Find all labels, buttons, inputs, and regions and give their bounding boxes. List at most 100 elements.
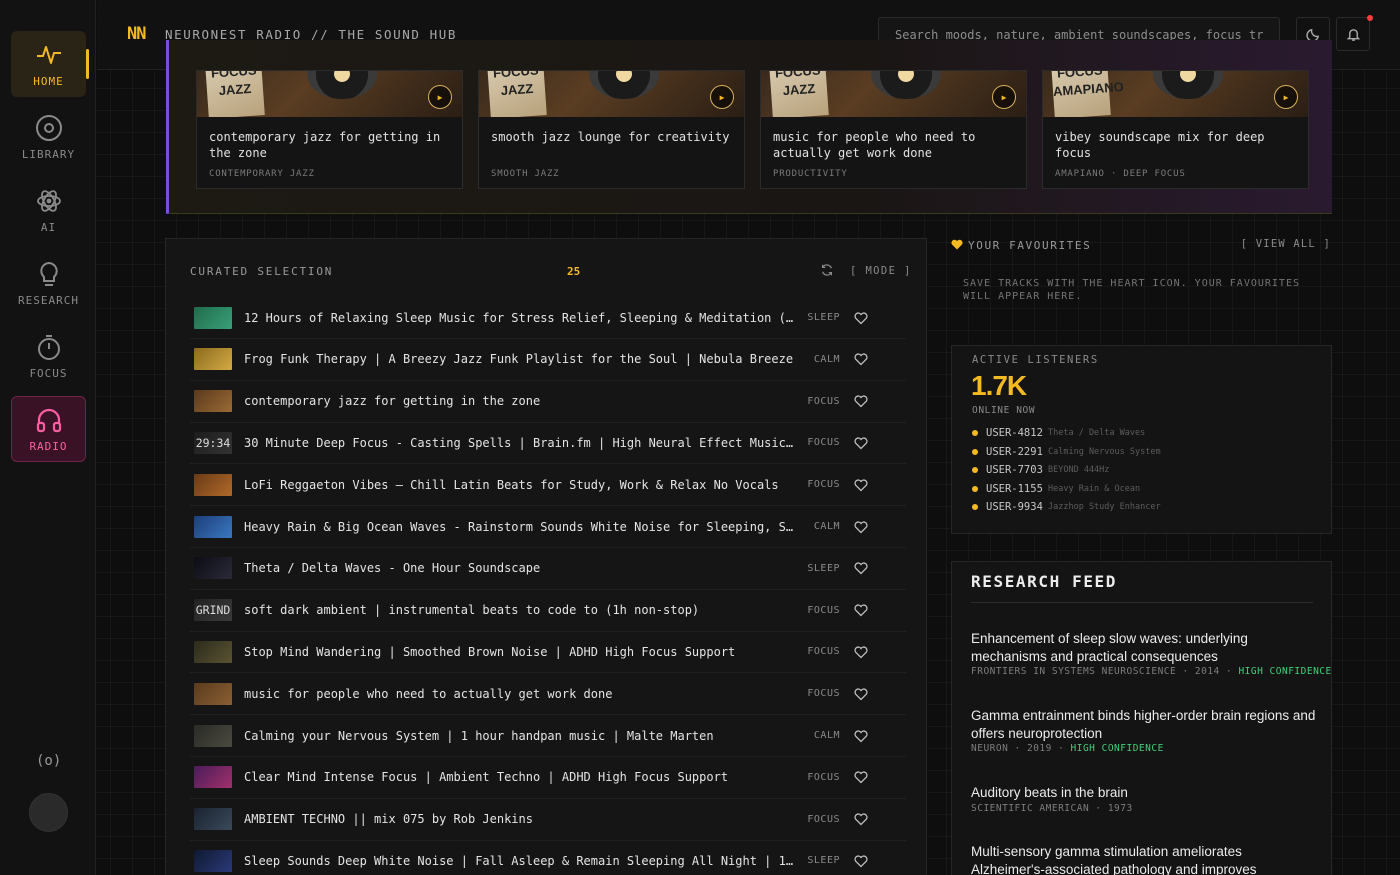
track-row[interactable]: 29:34 30 Minute Deep Focus - Casting Spel… [190,422,906,465]
avatar[interactable] [29,793,68,832]
nav-research[interactable]: RESEARCH [11,250,86,316]
track-category: FOCUS [807,688,840,700]
track-title: contemporary jazz for getting in the zon… [244,394,541,409]
heart-icon[interactable] [854,645,868,659]
track-row[interactable]: Sleep Sounds Deep White Noise | Fall Asl… [190,840,906,875]
track-category: SLEEP [807,312,840,323]
user-name: USER-9934 [986,501,1043,513]
heart-icon[interactable] [854,603,868,617]
heart-icon [951,239,963,250]
mode-button[interactable]: [ MODE ] [850,265,912,277]
track-category: FOCUS [807,771,840,783]
play-icon[interactable]: ▶ [1274,85,1298,109]
confidence-badge: HIGH CONFIDENCE [1070,743,1164,754]
nav-library[interactable]: LIBRARY [11,104,86,170]
nav-home[interactable]: HOME [11,31,89,97]
track-row[interactable]: Theta / Delta Waves - One Hour Soundscap… [190,548,906,590]
track-row[interactable]: Heavy Rain & Big Ocean Waves - Rainstorm… [190,506,906,548]
heart-icon[interactable] [854,436,868,450]
online-dot [972,430,978,436]
divider [971,602,1313,603]
play-icon[interactable]: ▶ [428,85,452,109]
track-row[interactable]: 12 Hours of Relaxing Sleep Music for Str… [190,297,906,339]
track-row[interactable]: Calming your Nervous System | 1 hour han… [190,715,906,757]
heart-icon[interactable] [854,729,868,743]
track-title: Frog Funk Therapy | A Breezy Jazz Funk P… [244,352,794,367]
nav-ai[interactable]: AI [11,177,86,243]
heart-icon[interactable] [854,352,868,366]
panel-title: CURATED SELECTION [190,265,334,278]
notifications-button[interactable] [1336,15,1373,51]
nav-label: RESEARCH [18,293,79,307]
track-row[interactable]: AMBIENT TECHNO || mix 075 by Rob Jenkins… [190,799,906,841]
listener-row: USER-2291 Calming Nervous System [972,445,1161,459]
card-cover-image: FOCUS JAZZ ▶ [761,71,1026,117]
curated-selection-panel: CURATED SELECTION 25 [ MODE ] 12 Hours o… [165,238,927,875]
refresh-icon[interactable] [820,263,834,277]
bell-icon [1346,28,1360,41]
track-row[interactable]: Frog Funk Therapy | A Breezy Jazz Funk P… [190,339,906,381]
nav-label: HOME [33,74,64,88]
album-cover: FOCUS JAZZ [205,71,265,117]
track-thumbnail [194,348,232,371]
featured-card[interactable]: FOCUS JAZZ ▶ smooth jazz lounge for crea… [478,70,745,189]
heart-icon[interactable] [854,311,868,325]
track-title: 12 Hours of Relaxing Sleep Music for Str… [244,310,800,325]
listener-row: USER-9934 Jazzhop Study Enhancer [972,500,1161,514]
heart-icon[interactable] [854,520,868,534]
track-thumbnail [194,473,232,496]
track-thumbnail [194,724,232,747]
track-category: CALM [813,353,840,365]
notification-dot [1367,15,1373,21]
nav-focus[interactable]: FOCUS [11,323,86,389]
paper-title: Gamma entrainment binds higher-order bra… [971,708,1316,741]
track-thumbnail [194,849,232,872]
nav-radio[interactable]: RADIO [11,396,86,462]
track-title: AMBIENT TECHNO || mix 075 by Rob Jenkins [244,812,533,827]
user-track: Jazzhop Study Enhancer [1048,502,1161,512]
heart-icon[interactable] [854,561,868,575]
track-row[interactable]: contemporary jazz for getting in the zon… [190,381,906,423]
listeners-subtitle: ONLINE NOW [972,405,1036,416]
broadcast-icon[interactable]: (o) [36,753,61,773]
play-icon[interactable]: ▶ [710,85,734,109]
heart-icon[interactable] [854,812,868,826]
track-row[interactable]: LoFi Reggaeton Vibes — Chill Latin Beats… [190,464,906,507]
paper-item[interactable]: Multi-sensory gamma stimulation ameliora… [971,843,1316,875]
view-all-link[interactable]: [ VIEW ALL ] [1241,238,1331,250]
track-thumbnail: GRIND [194,599,232,622]
card-cover-image: FOCUS JAZZ ▶ [197,71,462,117]
featured-card[interactable]: FOCUS JAZZ ▶ contemporary jazz for getti… [196,70,463,189]
track-title: Theta / Delta Waves - One Hour Soundscap… [244,561,541,576]
heart-icon[interactable] [854,394,868,408]
disc-icon [35,114,62,141]
track-row[interactable]: Stop Mind Wandering | Smoothed Brown Noi… [190,631,906,674]
heart-icon[interactable] [854,478,868,492]
track-row[interactable]: music for people who need to actually ge… [190,673,906,716]
card-tag: CONTEMPORARY JAZZ [209,169,315,179]
track-row[interactable]: Clear Mind Intense Focus | Ambient Techn… [190,757,906,799]
heart-icon[interactable] [854,687,868,701]
app-logo[interactable]: NN [127,24,147,44]
paper-item[interactable]: Auditory beats in the brain SCIENTIFIC A… [971,784,1316,814]
track-category: SLEEP [807,562,840,574]
research-title: RESEARCH FEED [971,572,1118,591]
track-title: Heavy Rain & Big Ocean Waves - Rainstorm… [244,519,800,534]
user-track: Heavy Rain & Ocean [1048,483,1141,494]
headphones-icon [36,408,61,432]
paper-item[interactable]: Gamma entrainment binds higher-order bra… [971,707,1316,754]
listener-row: USER-1155 Heavy Rain & Ocean [972,482,1140,496]
featured-card[interactable]: FOCUS AMAPIANO ▶ vibey soundscape mix fo… [1042,70,1309,189]
paper-item[interactable]: Enhancement of sleep slow waves: underly… [971,630,1331,677]
track-row[interactable]: GRIND soft dark ambient | instrumental be… [190,590,906,632]
featured-carousel: FOCUS JAZZ ▶ contemporary jazz for getti… [166,40,1332,214]
paper-title: Enhancement of sleep slow waves: underly… [971,631,1248,664]
album-cover: FOCUS AMAPIANO [1051,71,1124,117]
heart-icon[interactable] [854,854,868,868]
track-thumbnail [194,390,232,413]
track-category: FOCUS [807,395,840,407]
user-track: Calming Nervous System [1048,446,1161,457]
heart-icon[interactable] [854,770,868,784]
play-icon[interactable]: ▶ [992,85,1016,109]
featured-card[interactable]: FOCUS JAZZ ▶ music for people who need t… [760,70,1027,189]
